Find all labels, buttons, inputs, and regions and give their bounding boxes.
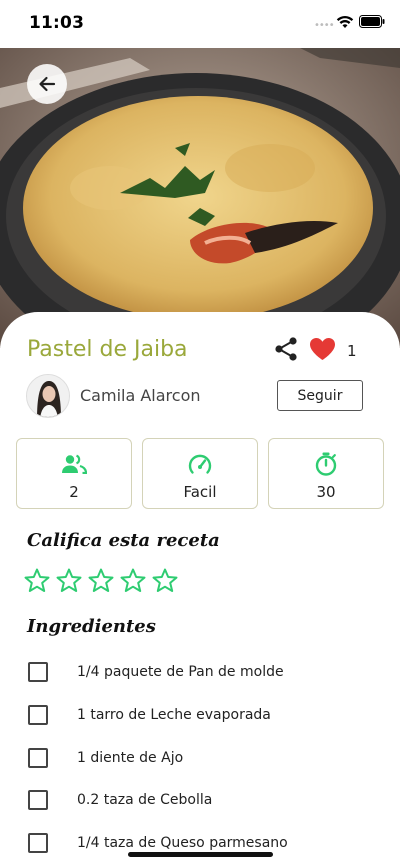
recipe-title: Pastel de Jaiba	[27, 337, 188, 362]
home-indicator[interactable]	[128, 852, 273, 857]
rating-title: Califica esta receta	[27, 530, 220, 551]
speedometer-icon	[188, 454, 212, 474]
follow-button[interactable]: Seguir	[277, 380, 363, 411]
ingredient-checkbox[interactable]	[28, 748, 48, 768]
ingredient-checkbox[interactable]	[28, 833, 48, 853]
ingredient-label: 1/4 taza de Queso parmesano	[77, 835, 288, 851]
ingredient-checkbox[interactable]	[28, 705, 48, 725]
time-card: 30	[268, 438, 384, 509]
people-icon	[62, 454, 87, 474]
back-button[interactable]	[27, 64, 67, 104]
status-bar: 11:03 ••••	[0, 0, 400, 48]
star-icon[interactable]	[120, 568, 146, 593]
star-icon[interactable]	[24, 568, 50, 593]
star-icon[interactable]	[152, 568, 178, 593]
like-count: 1	[347, 342, 357, 360]
ingredient-item[interactable]: 1 diente de Ajo	[28, 747, 183, 769]
arrow-left-icon	[39, 76, 56, 92]
difficulty-value: Facil	[183, 483, 217, 501]
share-icon[interactable]	[273, 336, 299, 362]
ingredient-label: 1 diente de Ajo	[77, 750, 184, 766]
author-name[interactable]: Camila Alarcon	[80, 386, 201, 405]
timer-icon	[315, 452, 337, 476]
difficulty-card: Facil	[142, 438, 258, 509]
ingredient-label: 1/4 paquete de Pan de molde	[77, 664, 284, 680]
avatar-image	[27, 375, 69, 417]
ingredient-checkbox[interactable]	[28, 790, 48, 810]
servings-card: 2	[16, 438, 132, 509]
ingredient-item[interactable]: 1 tarro de Leche evaporada	[28, 704, 271, 726]
time-value: 30	[316, 483, 336, 501]
signal-dots: ••••	[314, 20, 335, 31]
recipe-detail-sheet: Pastel de Jaiba 1 Camila Alarcon Seguir	[0, 312, 400, 866]
ingredients-title: Ingredientes	[27, 616, 156, 637]
wifi-icon	[336, 16, 354, 28]
ingredient-item[interactable]: 1/4 paquete de Pan de molde	[28, 661, 284, 683]
ingredient-item[interactable]: 0.2 taza de Cebolla	[28, 789, 212, 811]
ingredient-checkbox[interactable]	[28, 662, 48, 682]
star-icon[interactable]	[56, 568, 82, 593]
servings-value: 2	[69, 483, 79, 501]
status-time: 11:03	[29, 13, 85, 33]
star-icon[interactable]	[88, 568, 114, 593]
battery-icon	[359, 15, 385, 28]
heart-icon[interactable]	[309, 337, 336, 361]
rating-stars	[24, 568, 178, 593]
ingredient-label: 1 tarro de Leche evaporada	[77, 707, 271, 723]
ingredient-label: 0.2 taza de Cebolla	[77, 792, 213, 808]
author-avatar[interactable]	[26, 374, 70, 418]
ingredient-item[interactable]: 1/4 taza de Queso parmesano	[28, 832, 288, 854]
